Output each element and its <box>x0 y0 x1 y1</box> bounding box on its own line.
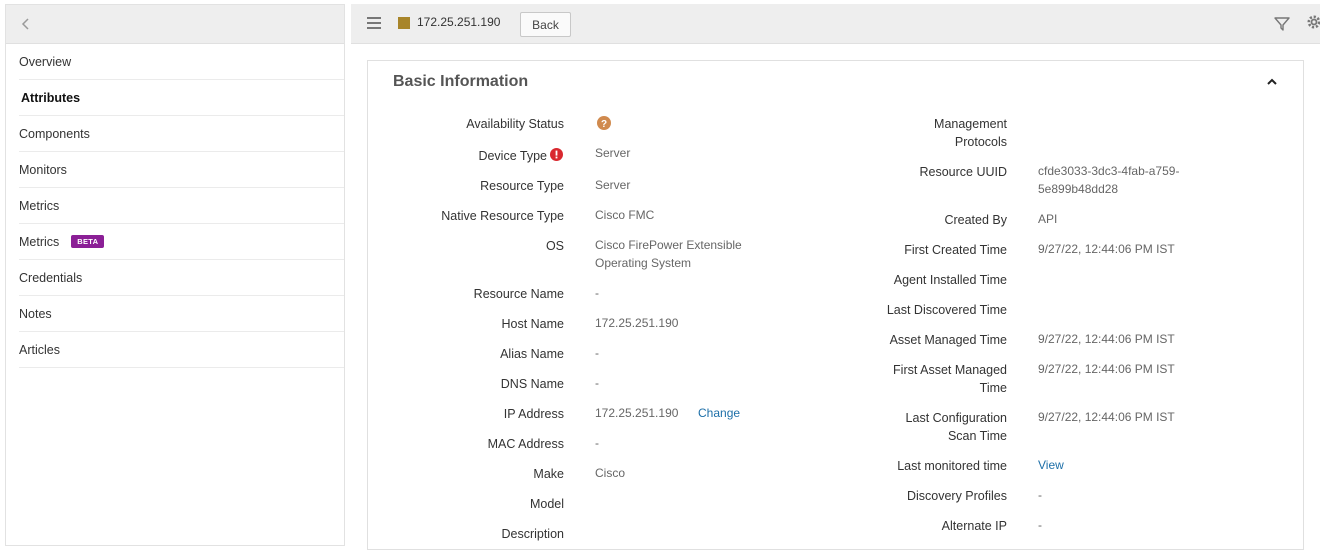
sidebar-item-label: Attributes <box>21 90 81 105</box>
sidebar-item-label: Overview <box>19 54 72 69</box>
sidebar-item-label: Metrics <box>19 198 60 213</box>
basic-information-panel: Basic Information Availability Status ? … <box>367 60 1304 550</box>
label-line: Time <box>979 381 1007 395</box>
sidebar-item-label: Components <box>19 126 90 141</box>
gear-icon[interactable] <box>1306 14 1320 32</box>
alternate-ip-label: Alternate IP <box>941 519 1007 533</box>
value-line: 5e899b48dd28 <box>1038 182 1119 196</box>
resource-title: 172.25.251.190 <box>417 15 501 29</box>
sidebar-item-monitors[interactable]: Monitors <box>19 152 344 188</box>
asset-managed-time-label: Asset Managed Time <box>889 333 1007 347</box>
back-button[interactable]: Back <box>520 12 571 37</box>
native-resource-type-value: Cisco FMC <box>595 208 655 222</box>
last-monitored-time-label: Last monitored time <box>897 459 1007 473</box>
change-ip-link[interactable]: Change <box>698 404 740 422</box>
resource-uuid-label: Resource UUID <box>919 165 1007 179</box>
alias-name-value: - <box>595 346 599 360</box>
dns-name-label: DNS Name <box>500 377 564 391</box>
sidebar-item-attributes[interactable]: Attributes <box>19 80 344 116</box>
help-icon[interactable]: ? <box>597 116 611 130</box>
last-discovered-time-label: Last Discovered Time <box>886 303 1007 317</box>
make-label: Make <box>533 467 564 481</box>
label-line: First Asset Managed <box>893 363 1007 377</box>
last-configuration-scan-time-label: Last Configuration Scan Time <box>906 409 1007 445</box>
chevron-up-icon[interactable] <box>1265 75 1279 89</box>
device-type-value: Server <box>595 146 631 160</box>
hamburger-menu-icon[interactable] <box>367 17 381 29</box>
management-protocols-label: Management Protocols <box>934 115 1007 151</box>
last-configuration-scan-time-value: 9/27/22, 12:44:06 PM IST <box>1038 410 1175 424</box>
label-line: Management <box>934 117 1007 131</box>
sidebar-item-label: Notes <box>19 306 52 321</box>
resource-type-swatch <box>398 17 410 29</box>
alias-name-label: Alias Name <box>500 347 564 361</box>
asset-managed-time-value: 9/27/22, 12:44:06 PM IST <box>1038 332 1175 346</box>
sidebar: Overview Attributes Components Monitors … <box>5 4 345 546</box>
beta-badge: BETA <box>71 235 105 248</box>
first-asset-managed-time-value: 9/27/22, 12:44:06 PM IST <box>1038 362 1175 376</box>
make-value: Cisco <box>595 466 626 480</box>
discovery-profiles-value: - <box>1038 488 1042 502</box>
first-asset-managed-time-label: First Asset Managed Time <box>893 361 1007 397</box>
sidebar-nav: Overview Attributes Components Monitors … <box>6 44 344 368</box>
os-value: Cisco FirePower Extensible Operating Sys… <box>595 238 742 270</box>
sidebar-item-metrics[interactable]: Metrics <box>19 188 344 224</box>
created-by-value: API <box>1038 212 1058 226</box>
sidebar-header <box>6 5 344 44</box>
ip-address-label: IP Address <box>503 407 564 421</box>
sidebar-item-articles[interactable]: Articles <box>19 332 344 368</box>
filter-icon[interactable] <box>1273 16 1291 32</box>
label-line: Protocols <box>954 135 1007 149</box>
mac-address-value: - <box>595 436 599 450</box>
host-name-value: 172.25.251.190 <box>595 316 679 330</box>
description-label: Description <box>501 527 564 541</box>
label-line: Last Configuration <box>905 411 1007 425</box>
sidebar-item-overview[interactable]: Overview <box>19 44 344 80</box>
panel-title: Basic Information <box>393 73 529 90</box>
sidebar-item-label: Credentials <box>19 270 83 285</box>
first-created-time-label: First Created Time <box>904 243 1007 257</box>
availability-status-label: Availability Status <box>466 117 564 131</box>
resource-type-value: Server <box>595 178 631 192</box>
dns-name-value: - <box>595 376 599 390</box>
chevron-left-icon[interactable] <box>18 16 34 32</box>
label-line: Scan Time <box>947 429 1007 443</box>
created-by-label: Created By <box>944 213 1007 227</box>
ip-address-value: 172.25.251.190 <box>595 406 679 420</box>
sidebar-item-notes[interactable]: Notes <box>19 296 344 332</box>
agent-installed-time-label: Agent Installed Time <box>893 273 1007 287</box>
value-line: cfde3033-3dc3-4fab-a759- <box>1038 164 1180 178</box>
sidebar-item-label: Monitors <box>19 162 67 177</box>
top-bar: 172.25.251.190 Back <box>351 4 1320 44</box>
discovery-profiles-label: Discovery Profiles <box>906 489 1007 503</box>
resource-uuid-value: cfde3033-3dc3-4fab-a759- 5e899b48dd28 <box>1038 162 1179 198</box>
os-label: OS <box>545 239 564 253</box>
sidebar-item-label: Metrics <box>19 234 60 249</box>
mac-address-label: MAC Address <box>487 437 564 451</box>
first-created-time-value: 9/27/22, 12:44:06 PM IST <box>1038 242 1175 256</box>
host-name-label: Host Name <box>501 317 564 331</box>
sidebar-item-label: Articles <box>19 342 60 357</box>
model-label: Model <box>529 497 564 511</box>
native-resource-type-label: Native Resource Type <box>441 209 564 223</box>
sidebar-item-components[interactable]: Components <box>19 116 344 152</box>
device-type-label: Device Type <box>478 149 547 163</box>
alternate-ip-value: - <box>1038 518 1042 532</box>
resource-name-value: - <box>595 286 599 300</box>
alert-icon <box>550 148 563 161</box>
view-link[interactable]: View <box>1038 456 1064 474</box>
sidebar-item-metrics-beta[interactable]: Metrics BETA <box>19 224 344 260</box>
svg-text:?: ? <box>601 119 607 130</box>
resource-type-label: Resource Type <box>480 179 564 193</box>
sidebar-item-credentials[interactable]: Credentials <box>19 260 344 296</box>
resource-name-label: Resource Name <box>473 287 564 301</box>
